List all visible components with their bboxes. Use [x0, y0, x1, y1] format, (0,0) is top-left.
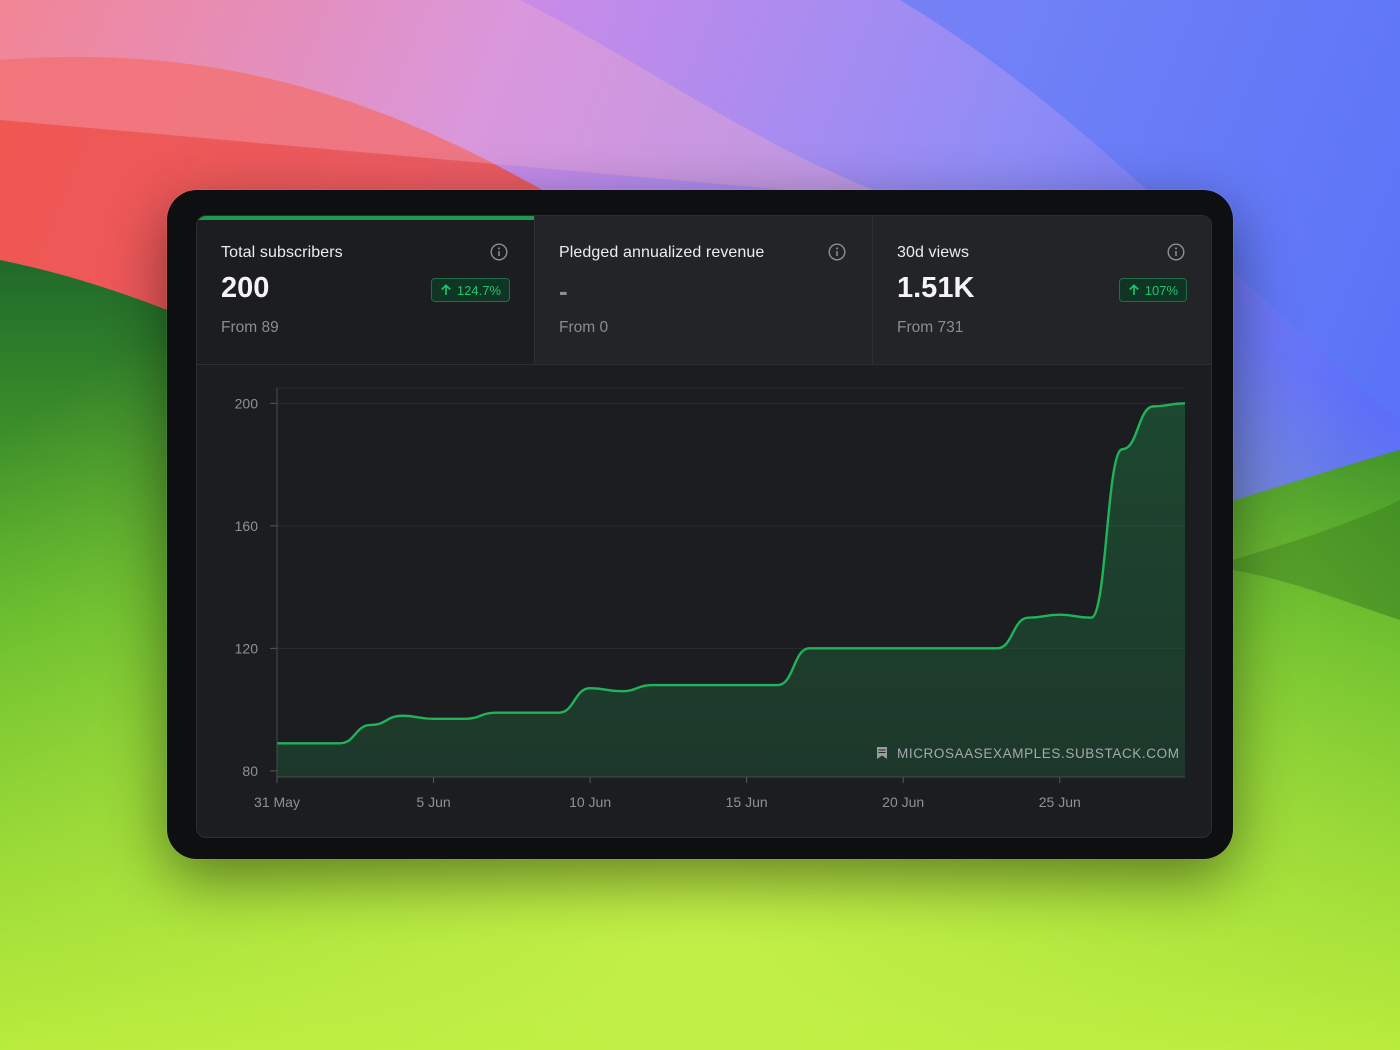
- x-tick-label: 15 Jun: [726, 794, 768, 810]
- badge-label: 124.7%: [456, 282, 501, 298]
- stat-from: From 731: [897, 319, 964, 336]
- watermark: MICROSAASEXAMPLES.SUBSTACK.COM: [877, 746, 1180, 761]
- y-tick-label: 160: [235, 518, 259, 534]
- analytics-panel: Total subscribers 200 124.7% From 89 Ple…: [196, 215, 1212, 838]
- stat-title: Total subscribers: [221, 244, 343, 261]
- arrow-up-icon: [1128, 284, 1139, 295]
- watermark-text: MICROSAASEXAMPLES.SUBSTACK.COM: [897, 746, 1180, 761]
- badge-label: 107%: [1144, 282, 1178, 298]
- x-tick-label: 31 May: [254, 794, 300, 810]
- subscribers-chart: 80 120 160 200 31 May 5 Jun 10 Jun 15 Jun 20 Ju…: [235, 387, 1186, 810]
- stat-card-pledged-revenue[interactable]: Pledged annualized revenue - From 0: [535, 216, 873, 364]
- x-tick-label: 5 Jun: [416, 794, 450, 810]
- stat-title: Pledged annualized revenue: [559, 244, 765, 261]
- stat-value: -: [559, 276, 568, 306]
- y-tick-label: 80: [242, 763, 258, 779]
- stat-value: 200: [221, 272, 270, 304]
- stats-row: Total subscribers 200 124.7% From 89 Ple…: [197, 216, 1211, 365]
- series-area: [277, 403, 1185, 777]
- stat-from: From 0: [559, 319, 609, 336]
- change-badge: 124.7%: [430, 278, 510, 302]
- y-tick-label: 200: [235, 395, 259, 411]
- info-icon[interactable]: [1167, 243, 1185, 261]
- info-icon[interactable]: [490, 243, 508, 261]
- stat-card-30d-views[interactable]: 30d views 1.51K 107% From 731: [873, 216, 1211, 364]
- x-tick-label: 10 Jun: [569, 794, 611, 810]
- change-badge: 107%: [1118, 278, 1187, 302]
- stat-card-total-subscribers[interactable]: Total subscribers 200 124.7% From 89: [197, 216, 535, 364]
- arrow-up-icon: [441, 284, 451, 295]
- x-tick-label: 20 Jun: [882, 794, 924, 810]
- stat-title: 30d views: [897, 244, 970, 261]
- stat-value: 1.51K: [897, 272, 975, 304]
- info-icon[interactable]: [828, 243, 846, 261]
- stat-from: From 89: [221, 319, 279, 336]
- x-tick-label: 25 Jun: [1039, 794, 1081, 810]
- y-tick-label: 120: [235, 640, 259, 656]
